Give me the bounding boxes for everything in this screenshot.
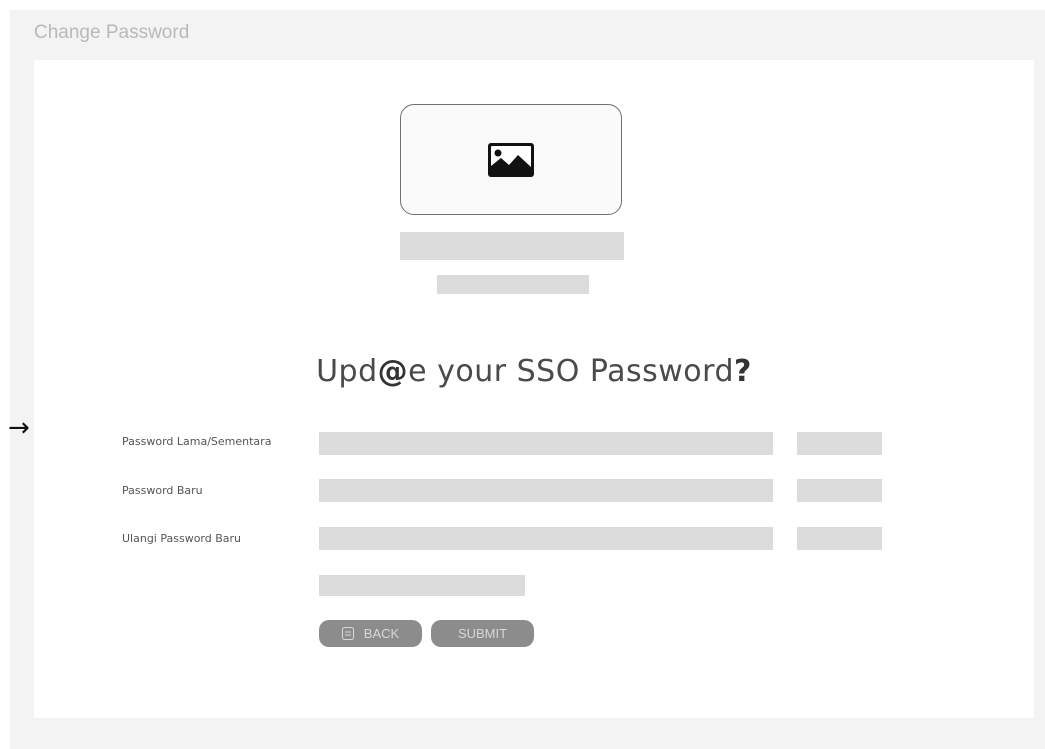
window-title: Change Password xyxy=(34,22,190,43)
window-frame: Change Password Upd@e your SSO Password?… xyxy=(10,10,1045,749)
old-password-label: Password Lama/Sementara xyxy=(122,435,272,448)
page-title-question: ? xyxy=(734,354,752,389)
old-password-input[interactable] xyxy=(319,432,773,455)
app-name-placeholder xyxy=(400,232,624,260)
confirm-password-input[interactable] xyxy=(319,527,773,550)
form-extra-placeholder xyxy=(319,575,525,596)
submit-button[interactable]: SUBMIT xyxy=(431,620,534,647)
document-icon xyxy=(341,627,354,640)
new-password-label: Password Baru xyxy=(122,484,203,497)
new-password-input[interactable] xyxy=(319,479,773,502)
image-icon xyxy=(488,142,534,177)
page-title-part2: e your SSO Password xyxy=(408,354,734,389)
page-title: Upd@e your SSO Password? xyxy=(34,354,1034,389)
back-button[interactable]: BACK xyxy=(319,620,422,647)
arrow-right-icon: → xyxy=(8,413,30,443)
confirm-password-toggle[interactable] xyxy=(797,527,882,550)
new-password-toggle[interactable] xyxy=(797,479,882,502)
app-subtitle-placeholder xyxy=(437,275,589,294)
old-password-toggle[interactable] xyxy=(797,432,882,455)
back-button-label: BACK xyxy=(363,626,400,641)
page-title-at: @ xyxy=(377,354,409,389)
confirm-password-label: Ulangi Password Baru xyxy=(122,532,242,545)
main-panel: Upd@e your SSO Password? Password Lama/S… xyxy=(34,60,1034,718)
page-title-part1: Upd xyxy=(316,354,378,389)
submit-button-label: SUBMIT xyxy=(457,626,508,641)
logo-placeholder xyxy=(400,104,622,215)
